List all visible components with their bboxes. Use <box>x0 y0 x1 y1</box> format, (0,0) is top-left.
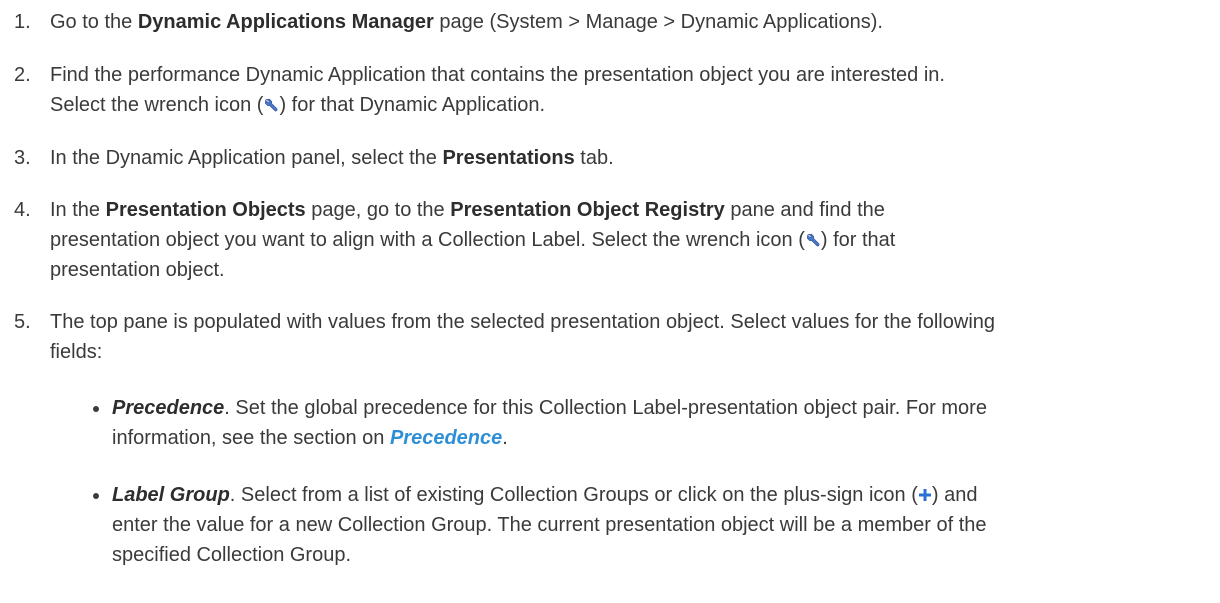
text-run: presentation object you want to align wi… <box>50 229 805 251</box>
step-text: In the Presentation Objects page, go to … <box>50 195 1210 285</box>
text-run: In the <box>50 199 106 221</box>
text-run: pane and find the <box>724 199 885 221</box>
step-text: Find the performance Dynamic Application… <box>50 60 1210 120</box>
step-2: 2. Find the performance Dynamic Applicat… <box>0 60 1210 120</box>
document: 1. Go to the Dynamic Applications Manage… <box>0 0 1220 603</box>
plus-icon <box>918 481 932 501</box>
step-text: In the Dynamic Application panel, select… <box>50 143 1210 173</box>
field-term-precedence: Precedence <box>112 397 225 419</box>
text-run: page, go to the <box>305 199 451 221</box>
text-run: ) for that <box>820 229 896 251</box>
text-run: fields: <box>50 341 103 363</box>
text-run: Go to the <box>50 11 138 33</box>
text-run: The top pane is populated with values fr… <box>50 311 996 333</box>
bullet-text: Label Group. Select from a list of exist… <box>112 480 1210 570</box>
text-run: Find the performance Dynamic Application… <box>50 64 945 86</box>
step-text: The top pane is populated with values fr… <box>50 307 1210 367</box>
step-1: 1. Go to the Dynamic Applications Manage… <box>0 7 1210 37</box>
bullet-text: Precedence. Set the global precedence fo… <box>112 393 1210 453</box>
text-run: Select the wrench icon ( <box>50 94 264 116</box>
text-run: . <box>502 427 508 449</box>
text-run: information, see the section on <box>112 427 390 449</box>
step-number: 2. <box>14 64 31 86</box>
step-number: 4. <box>14 199 31 221</box>
text-run: page (System > Manage > Dynamic Applicat… <box>433 11 883 33</box>
text-run: ) and <box>931 484 978 506</box>
step-5: 5. The top pane is populated with values… <box>0 307 1210 367</box>
text-run: . Select from a list of existing Collect… <box>229 484 918 506</box>
bullet-dot <box>93 406 99 412</box>
text-run: specified Collection Group. <box>112 544 352 566</box>
text-run: presentation object. <box>50 259 225 281</box>
text-run: . Set the global precedence for this Col… <box>224 397 987 419</box>
wrench-icon <box>263 92 279 112</box>
step-number: 1. <box>14 11 31 33</box>
bullet-dot <box>93 493 99 499</box>
ui-term-presentations: Presentations <box>442 147 575 169</box>
bullet-precedence: Precedence. Set the global precedence fo… <box>0 393 1210 453</box>
precedence-link[interactable]: Precedence <box>390 427 502 449</box>
bullet-label-group: Label Group. Select from a list of exist… <box>0 480 1210 570</box>
text-run: In the Dynamic Application panel, select… <box>50 147 443 169</box>
step-4: 4. In the Presentation Objects page, go … <box>0 195 1210 285</box>
step-3: 3. In the Dynamic Application panel, sel… <box>0 143 1210 173</box>
text-run: enter the value for a new Collection Gro… <box>112 514 987 536</box>
step-number: 5. <box>14 311 31 333</box>
step-text: Go to the Dynamic Applications Manager p… <box>50 7 1210 37</box>
text-run: ) for that Dynamic Application. <box>279 94 546 116</box>
field-term-label-group: Label Group <box>112 484 230 506</box>
ui-term-dynamic-applications-manager: Dynamic Applications Manager <box>137 11 434 33</box>
ui-term-presentation-objects: Presentation Objects <box>105 199 306 221</box>
text-run: tab. <box>574 147 614 169</box>
step-number: 3. <box>14 147 31 169</box>
wrench-icon <box>805 227 821 247</box>
ui-term-presentation-object-registry: Presentation Object Registry <box>450 199 725 221</box>
